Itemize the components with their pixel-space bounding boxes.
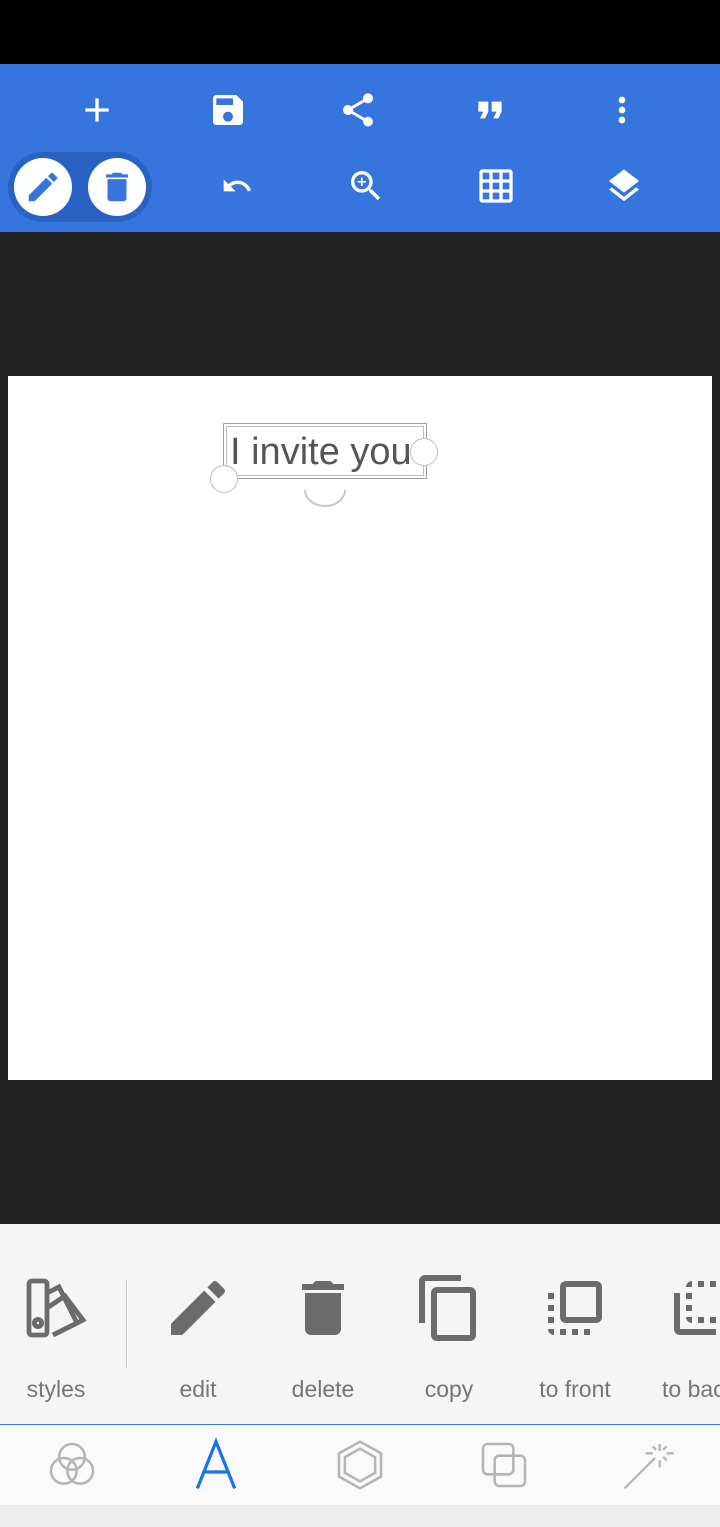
tab-layers[interactable] [454, 1429, 554, 1501]
tab-shapes[interactable] [310, 1429, 410, 1501]
undo-icon [223, 179, 251, 192]
to-back-tool[interactable]: to bac [646, 1264, 720, 1402]
trash-icon [105, 172, 129, 202]
pencil-icon [28, 172, 58, 202]
edit-label: edit [179, 1376, 217, 1402]
object-tools-panel: styles edit delete copy to front to bac [0, 1224, 720, 1425]
to-back-label: to bac [662, 1376, 720, 1402]
status-bar [0, 0, 720, 64]
undo-button[interactable] [207, 156, 267, 216]
delete-tool[interactable]: delete [268, 1264, 378, 1402]
plus-icon [85, 98, 109, 122]
zoom-in-icon [351, 171, 381, 201]
bottom-tab-bar [0, 1425, 720, 1505]
rotate-handle[interactable] [303, 486, 347, 510]
share-icon [343, 93, 373, 127]
resize-handle-bottom-left[interactable] [210, 465, 238, 493]
styles-label: styles [26, 1376, 86, 1402]
delete-label: delete [291, 1376, 355, 1402]
more-vert-icon [618, 96, 626, 124]
top-toolbar [0, 64, 720, 232]
trash-icon [302, 1281, 344, 1335]
canvas-area: I invite you [0, 232, 720, 1224]
design-canvas[interactable]: I invite you [8, 376, 712, 1080]
tab-text[interactable] [166, 1429, 266, 1501]
tab-colors[interactable] [22, 1429, 122, 1501]
layers-icon [609, 169, 639, 202]
layers-button[interactable] [594, 156, 654, 216]
more-options-button[interactable] [592, 80, 652, 140]
to-front-label: to front [539, 1376, 611, 1402]
text-object[interactable]: I invite you [223, 423, 427, 479]
bring-to-front-icon [548, 1281, 602, 1335]
quote-icon [478, 101, 502, 119]
zoom-in-button[interactable] [336, 156, 396, 216]
grid-icon [479, 169, 513, 203]
resize-handle-top-right[interactable] [410, 438, 438, 466]
to-front-tool[interactable]: to front [520, 1264, 630, 1402]
share-button[interactable] [328, 80, 388, 140]
color-circles-icon [49, 1442, 95, 1485]
copy-icon [419, 1275, 476, 1341]
add-button[interactable] [67, 80, 127, 140]
send-to-back-icon [674, 1281, 716, 1335]
save-button[interactable] [198, 80, 258, 140]
styles-tool[interactable]: styles [1, 1264, 111, 1402]
save-icon [213, 95, 243, 125]
copy-tool[interactable]: copy [394, 1264, 504, 1402]
magic-wand-icon [623, 1444, 674, 1490]
mode-toggle [8, 152, 152, 222]
layers-squares-icon [481, 1442, 527, 1488]
tab-effects[interactable] [598, 1429, 698, 1501]
text-object-text: I invite you [230, 431, 412, 473]
shape-hexagon-icon [337, 1440, 383, 1490]
edit-tool[interactable]: edit [143, 1264, 253, 1402]
tools-divider [126, 1280, 127, 1368]
styles-swatch-icon [26, 1278, 87, 1338]
copy-label: copy [424, 1376, 474, 1402]
system-nav-bar [0, 1505, 720, 1527]
grid-button[interactable] [466, 156, 526, 216]
quote-button[interactable] [460, 80, 520, 140]
delete-mode-button[interactable] [88, 158, 146, 216]
edit-mode-button[interactable] [14, 158, 72, 216]
text-a-icon [195, 1437, 237, 1489]
pencil-icon [171, 1280, 226, 1335]
